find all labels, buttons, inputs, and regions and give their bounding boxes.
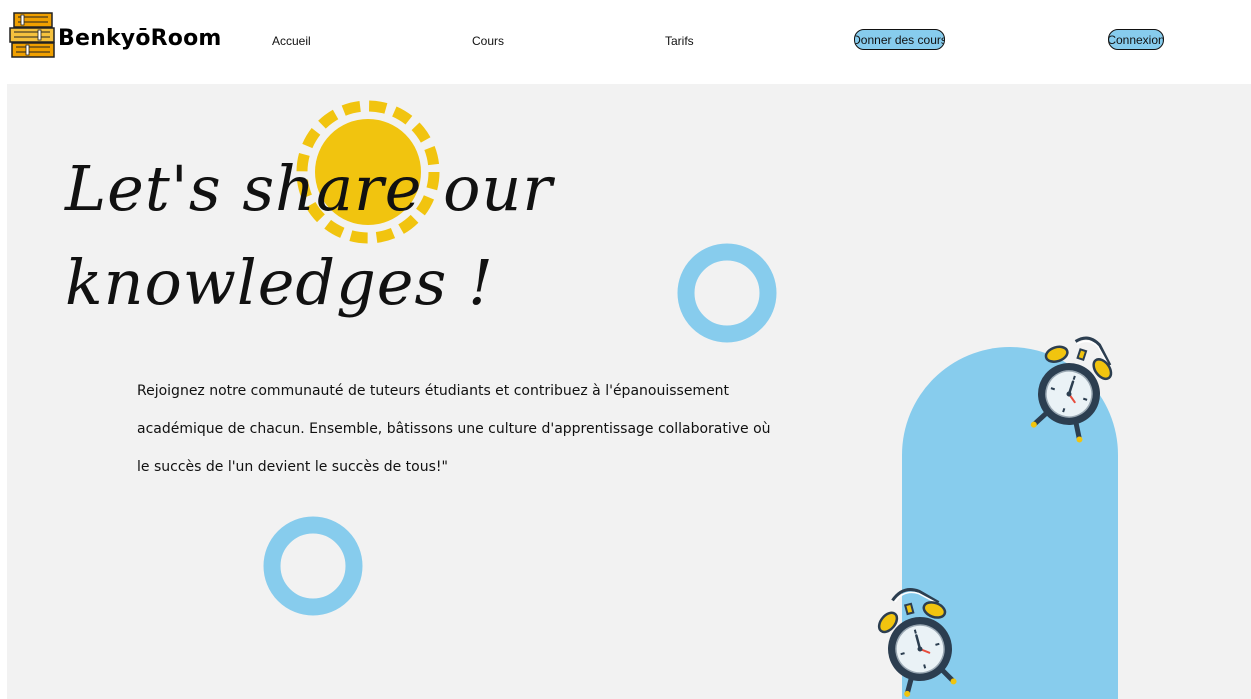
header: BenkyōRoom Accueil Cours Tarifs Donner d… [0, 0, 1251, 84]
brand-name[interactable]: BenkyōRoom [58, 26, 222, 51]
nav-link-cours[interactable]: Cours [472, 34, 504, 48]
teach-button[interactable]: Donner des cours [854, 29, 945, 50]
nav-link-accueil[interactable]: Accueil [272, 34, 311, 48]
hero-headline: Let's share our knowledges ! [65, 142, 553, 330]
ring-shape [263, 516, 363, 616]
nav-link-tarifs[interactable]: Tarifs [665, 34, 694, 48]
login-button[interactable]: Connexion [1108, 29, 1164, 50]
hero-headline-line2: knowledges ! [65, 246, 494, 319]
hero-headline-line1: Let's share our [65, 152, 553, 225]
books-stack-icon[interactable] [8, 12, 58, 59]
ring-shape [677, 243, 777, 343]
hero-section: Let's share our knowledges ! Rejoignez n… [7, 84, 1251, 699]
hero-intro-text: Rejoignez notre communauté de tuteurs ét… [137, 383, 771, 475]
